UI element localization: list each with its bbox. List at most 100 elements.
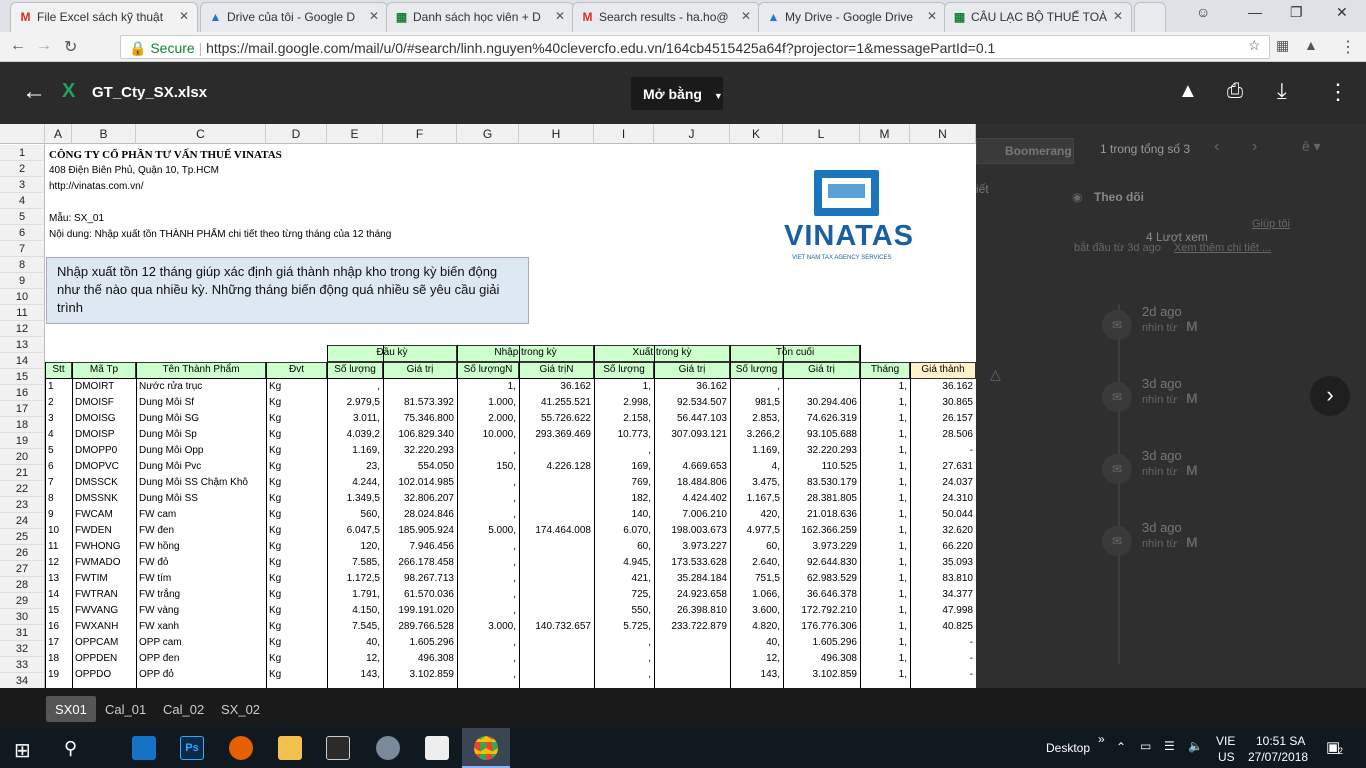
chrome-menu-icon[interactable]: ⋮ (1340, 37, 1356, 57)
reload-icon[interactable]: ↻ (64, 37, 77, 57)
row-header[interactable]: 4 (0, 193, 45, 209)
sheet-tab[interactable]: SX01 (46, 696, 96, 722)
restore-button[interactable]: ❐ (1290, 4, 1303, 21)
lang-bottom[interactable]: US (1218, 750, 1235, 764)
clock-date[interactable]: 27/07/2018 (1248, 750, 1308, 764)
new-tab-button[interactable] (1134, 2, 1166, 32)
back-arrow-icon[interactable]: ← (22, 78, 46, 106)
app-icon[interactable] (376, 736, 400, 760)
row-header[interactable]: 8 (0, 257, 45, 273)
browser-tab[interactable]: ▦ Danh sách học viên + D ✕ (386, 2, 574, 32)
table-cell: 421, (631, 573, 651, 584)
network-icon[interactable]: ☰ (1164, 739, 1175, 753)
back-icon[interactable]: ← (10, 37, 26, 55)
browser-tab[interactable]: ▦ CÂU LẠC BỘ THUẾ TOÀ ✕ (944, 2, 1132, 32)
next-file-button[interactable]: › (1310, 376, 1350, 416)
row-header[interactable]: 5 (0, 209, 45, 225)
column-header[interactable]: C (136, 124, 266, 144)
tray-overflow-icon[interactable]: » (1098, 732, 1105, 746)
column-header[interactable]: F (383, 124, 457, 144)
browser-tab[interactable]: M Search results - ha.ho@ ✕ (572, 2, 760, 32)
browser-tab[interactable]: ▲ Drive của tôi - Google D ✕ (200, 2, 388, 32)
open-with-button[interactable]: Mở bằng ▼ (631, 77, 723, 110)
column-title: Tên Thành Phẩm (136, 362, 266, 379)
close-tab-icon[interactable]: ✕ (741, 9, 751, 23)
tab-title: File Excel sách kỹ thuật (37, 10, 164, 24)
print-icon[interactable]: ⎙ (1227, 80, 1243, 103)
row-header[interactable]: 13 (0, 337, 45, 353)
battery-icon[interactable]: ▭ (1140, 739, 1151, 753)
language-icon[interactable]: ê ▾ (1302, 138, 1321, 155)
search-icon[interactable]: ⚲ (64, 738, 77, 759)
close-tab-icon[interactable]: ✕ (179, 9, 189, 23)
chrome-taskbar-item[interactable] (462, 728, 510, 768)
store-icon[interactable] (326, 736, 350, 760)
event-item: ✉ 3d ago nhìn từ M (1102, 516, 1222, 556)
row-header[interactable]: 7 (0, 241, 45, 257)
see-more-link[interactable]: Xem thêm chi tiết ... (1174, 242, 1271, 254)
column-header[interactable]: L (783, 124, 860, 144)
column-header[interactable]: M (860, 124, 910, 144)
sticky-notes-icon[interactable] (425, 736, 449, 760)
extension-icon[interactable]: ▦ (1276, 37, 1289, 54)
close-window-button[interactable]: ✕ (1336, 4, 1348, 21)
column-header[interactable]: H (519, 124, 594, 144)
row-header[interactable]: 2 (0, 161, 45, 177)
sheet-tab[interactable]: Cal_02 (154, 696, 213, 722)
lang-top[interactable]: VIE (1216, 734, 1235, 748)
desktop-label[interactable]: Desktop (1046, 741, 1090, 755)
close-tab-icon[interactable]: ✕ (927, 9, 937, 23)
boomerang-button[interactable]: Boomerang (976, 138, 1074, 164)
browser-tab[interactable]: ▲ My Drive - Google Drive ✕ (758, 2, 946, 32)
close-tab-icon[interactable]: ✕ (555, 9, 565, 23)
table-cell: 182, (631, 493, 651, 504)
select-all-corner[interactable] (0, 124, 45, 144)
column-header[interactable]: G (457, 124, 519, 144)
close-tab-icon[interactable]: ✕ (369, 9, 379, 23)
volume-icon[interactable]: 🔈 (1188, 739, 1203, 753)
column-header[interactable]: B (72, 124, 136, 144)
column-header[interactable]: J (654, 124, 730, 144)
spreadsheet-preview[interactable]: ABCDEFGHIJKLMN 1 2 3 4 5 6 7 8 9 10 11 12 13 14 15 16 17… (0, 124, 976, 688)
star-icon[interactable]: ☆ (1248, 37, 1261, 54)
help-link[interactable]: Giúp tôi (1252, 218, 1290, 230)
forward-icon[interactable]: → (36, 37, 52, 55)
column-header[interactable]: D (266, 124, 327, 144)
close-tab-icon[interactable]: ✕ (1113, 9, 1123, 23)
row-header[interactable]: 6 (0, 225, 45, 241)
more-options-icon[interactable]: ⋮ (1327, 79, 1349, 105)
extension2-icon[interactable]: ▲ (1304, 37, 1318, 53)
chevron-up-icon[interactable]: ⌃ (1116, 740, 1126, 754)
next-icon[interactable]: › (1252, 138, 1257, 156)
row-header[interactable]: 12 (0, 321, 45, 337)
clock-time[interactable]: 10:51 SA (1256, 734, 1305, 748)
photoshop-icon[interactable]: Ps (180, 736, 204, 760)
profile-icon[interactable]: ☺ (1196, 4, 1210, 20)
minimize-button[interactable]: — (1248, 4, 1262, 20)
windows-start-icon[interactable]: ⊞ (14, 738, 31, 763)
column-header[interactable]: I (594, 124, 654, 144)
table-cell: 23, (366, 461, 380, 472)
sheet-tab[interactable]: SX_02 (212, 696, 269, 722)
row-header[interactable]: 10 (0, 289, 45, 305)
table-cell: 120, (360, 541, 380, 552)
sheet-tab[interactable]: Cal_01 (96, 696, 155, 722)
grid-line (519, 345, 520, 688)
column-header[interactable]: A (45, 124, 72, 144)
browser-tab[interactable]: M File Excel sách kỹ thuật ✕ (10, 2, 198, 32)
download-icon[interactable]: ⤓ (1277, 78, 1287, 104)
prev-icon[interactable]: ‹ (1214, 138, 1219, 156)
row-header[interactable]: 14 (0, 353, 45, 369)
column-header[interactable]: K (730, 124, 783, 144)
add-to-drive-icon[interactable]: ▲ (1178, 80, 1198, 103)
row-header[interactable]: 3 (0, 177, 45, 193)
edge-icon[interactable] (132, 736, 156, 760)
column-header[interactable]: N (910, 124, 976, 144)
url-field[interactable]: 🔒 Secure | https://mail.google.com/mail/… (120, 35, 1270, 59)
file-explorer-icon[interactable] (278, 736, 302, 760)
row-header[interactable]: 11 (0, 305, 45, 321)
firefox-icon[interactable] (229, 736, 253, 760)
column-header[interactable]: E (327, 124, 383, 144)
row-header[interactable]: 9 (0, 273, 45, 289)
row-header[interactable]: 1 (0, 145, 45, 161)
